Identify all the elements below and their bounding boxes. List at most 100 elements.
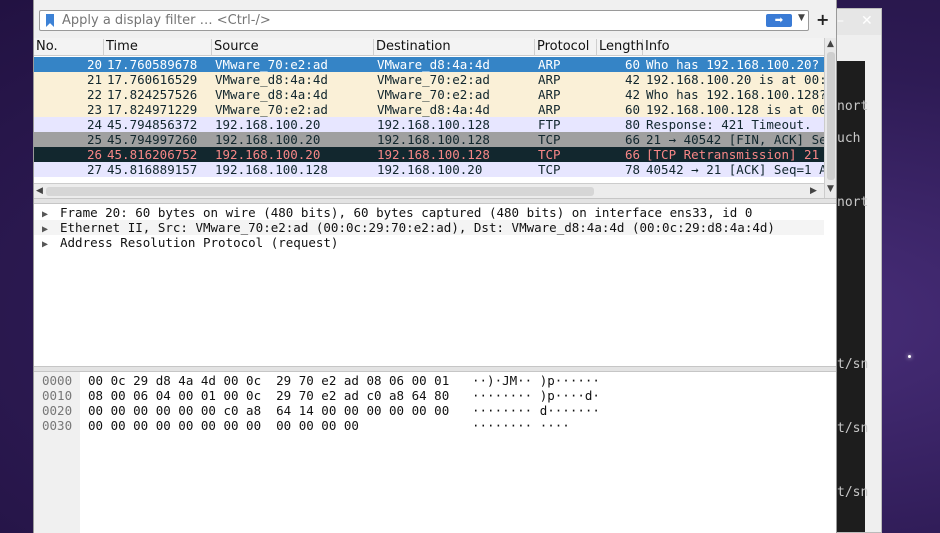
packet-cell-proto: TCP: [538, 147, 561, 162]
scroll-thumb[interactable]: [46, 187, 594, 196]
detail-item-arp[interactable]: ▶ Address Resolution Protocol (request): [42, 235, 338, 250]
bytes-offset: 0010: [42, 388, 73, 403]
chevron-down-icon[interactable]: ▼: [798, 13, 805, 23]
bytes-hex[interactable]: 00 00 00 00 00 00 00 00 00 00 00 00: [88, 418, 359, 433]
packet-list[interactable]: No. Time Source Destination Protocol Len…: [34, 38, 836, 198]
bytes-ascii[interactable]: ········ ····: [472, 418, 570, 433]
expand-arrow-icon[interactable]: ▶: [42, 237, 60, 252]
packet-cell-proto: FTP: [538, 117, 561, 132]
packet-cell-dst: VMware_70:e2:ad: [377, 72, 490, 87]
bytes-hex[interactable]: 00 00 00 00 00 00 c0 a8 64 14 00 00 00 0…: [88, 403, 449, 418]
column-header-length[interactable]: Length: [597, 39, 644, 56]
bookmark-icon[interactable]: [46, 14, 54, 27]
terminal-line: nort: [837, 195, 869, 210]
packet-cell-info: 40542 → 21 [ACK] Seq=1 Ack=16: [646, 162, 824, 177]
packet-row[interactable]: 23 17.824971229 VMware_70:e2:ad VMware_d8:4…: [34, 102, 824, 117]
column-header-no[interactable]: No.: [34, 39, 104, 56]
packet-cell-proto: TCP: [538, 162, 561, 177]
display-filter-input[interactable]: [62, 12, 752, 29]
bytes-offset: 0020: [42, 403, 73, 418]
packet-row[interactable]: 27 45.816889157 192.168.100.128 192.168.100…: [34, 162, 824, 177]
packet-cell-proto: ARP: [538, 87, 561, 102]
bytes-ascii[interactable]: ········ )p····d·: [472, 388, 600, 403]
column-header-source[interactable]: Source: [212, 39, 374, 56]
packet-cell-time: 45.816206752: [107, 147, 198, 162]
packet-cell-len: 80: [624, 117, 640, 132]
packet-cell-src: VMware_d8:4a:4d: [215, 87, 328, 102]
packet-cell-proto: ARP: [538, 57, 561, 72]
packet-row[interactable]: 20 17.760589678 VMware_70:e2:ad VMware_d8:4…: [34, 57, 824, 72]
close-icon[interactable]: ✕: [861, 13, 873, 29]
packet-cell-len: 42: [624, 72, 640, 87]
detail-item-frame[interactable]: ▶ Frame 20: 60 bytes on wire (480 bits), …: [42, 205, 752, 220]
packet-cell-dst: 192.168.100.128: [377, 117, 490, 132]
packet-row[interactable]: 25 45.794997260 192.168.100.20 192.168.100.…: [34, 132, 824, 147]
packet-cell-len: 66: [624, 147, 640, 162]
packet-cell-src: 192.168.100.20: [215, 147, 321, 162]
packet-cell-dst: 192.168.100.20: [377, 162, 483, 177]
packet-cell-len: 78: [624, 162, 640, 177]
packet-cell-len: 66: [624, 132, 640, 147]
scroll-down-icon[interactable]: ▼: [827, 184, 834, 194]
terminal-line: t/sn: [837, 357, 869, 372]
packet-cell-no: 21: [86, 72, 102, 87]
terminal-line: t/sn: [837, 485, 869, 500]
packet-cell-no: 24: [86, 117, 102, 132]
plus-icon[interactable]: +: [816, 10, 829, 29]
detail-item-ethernet[interactable]: ▶ Ethernet II, Src: VMware_70:e2:ad (00:0…: [34, 220, 824, 235]
packet-cell-dst: VMware_70:e2:ad: [377, 87, 490, 102]
column-header-time[interactable]: Time: [104, 39, 212, 56]
packet-cell-info: 192.168.100.20 is at 00:0c:29:d8:4a:4d: [646, 72, 824, 87]
minimize-icon[interactable]: –: [837, 13, 844, 29]
bytes-hex[interactable]: 08 00 06 04 00 01 00 0c 29 70 e2 ad c0 a…: [88, 388, 449, 403]
packet-cell-time: 45.794997260: [107, 132, 198, 147]
packet-cell-no: 26: [86, 147, 102, 162]
packet-cell-time: 45.816889157: [107, 162, 198, 177]
packet-cell-info: 21 → 40542 [FIN, ACK] Seq=15 Ack=1: [646, 132, 824, 147]
packet-bytes[interactable]: 0000 00 0c 29 d8 4a 4d 00 0c 29 70 e2 ad …: [34, 372, 836, 533]
packet-cell-dst: 192.168.100.128: [377, 132, 490, 147]
packet-row[interactable]: 21 17.760616529 VMware_d8:4a:4d VMware_70:e…: [34, 72, 824, 87]
packet-row[interactable]: 22 17.824257526 VMware_d8:4a:4d VMware_70:e…: [34, 87, 824, 102]
packet-cell-len: 42: [624, 87, 640, 102]
bytes-ascii[interactable]: ········ d·······: [472, 403, 600, 418]
scroll-thumb[interactable]: [827, 52, 835, 180]
packet-cell-no: 22: [86, 87, 102, 102]
packet-row[interactable]: 24 45.794856372 192.168.100.20 192.168.100.…: [34, 117, 824, 132]
column-header-protocol[interactable]: Protocol: [535, 39, 597, 56]
bytes-hex[interactable]: 00 0c 29 d8 4a 4d 00 0c 29 70 e2 ad 08 0…: [88, 373, 449, 388]
packet-cell-dst: VMware_d8:4a:4d: [377, 57, 490, 72]
arrow-right-icon[interactable]: ➡: [766, 14, 792, 27]
packet-list-vscrollbar[interactable]: ▲ ▼: [824, 38, 836, 198]
bytes-ascii[interactable]: ··)·JM·· )p······: [472, 373, 600, 388]
column-header-destination[interactable]: Destination: [374, 39, 535, 56]
packet-details[interactable]: ▶ Frame 20: 60 bytes on wire (480 bits), …: [34, 204, 836, 368]
packet-list-header: No. Time Source Destination Protocol Len…: [34, 38, 824, 56]
packet-cell-time: 17.824257526: [107, 87, 198, 102]
scroll-up-icon[interactable]: ▲: [827, 39, 834, 49]
terminal-line: nort: [837, 99, 869, 114]
terminal-line: uch: [837, 131, 861, 146]
packet-cell-info: [TCP Retransmission] 21 → 40542: [646, 147, 824, 162]
packet-cell-dst: 192.168.100.128: [377, 147, 490, 162]
packet-cell-no: 20: [86, 57, 102, 72]
bytes-offset: 0030: [42, 418, 73, 433]
packet-list-hscrollbar[interactable]: ◀ ▶: [34, 183, 824, 198]
column-header-info[interactable]: Info: [643, 39, 824, 56]
packet-cell-time: 17.760589678: [107, 57, 198, 72]
packet-cell-info: 192.168.100.128 is at 00:0c:29:70:e2:ad: [646, 102, 824, 117]
scroll-left-icon[interactable]: ◀: [36, 186, 43, 196]
packet-cell-src: VMware_d8:4a:4d: [215, 72, 328, 87]
packet-cell-src: 192.168.100.20: [215, 117, 321, 132]
packet-row[interactable]: 26 45.816206752 192.168.100.20 192.168.100.…: [34, 147, 824, 162]
packet-cell-len: 60: [624, 57, 640, 72]
star-decoration: [908, 355, 911, 358]
packet-cell-no: 25: [86, 132, 102, 147]
wireshark-window: ➡ ▼ + No. Time Source Destination Protoc…: [33, 0, 837, 533]
packet-cell-src: VMware_70:e2:ad: [215, 57, 328, 72]
packet-cell-proto: ARP: [538, 102, 561, 117]
packet-cell-len: 60: [624, 102, 640, 117]
packet-cell-time: 17.824971229: [107, 102, 198, 117]
scroll-right-icon[interactable]: ▶: [810, 186, 817, 196]
display-filter-bar[interactable]: ➡ ▼: [39, 10, 809, 31]
